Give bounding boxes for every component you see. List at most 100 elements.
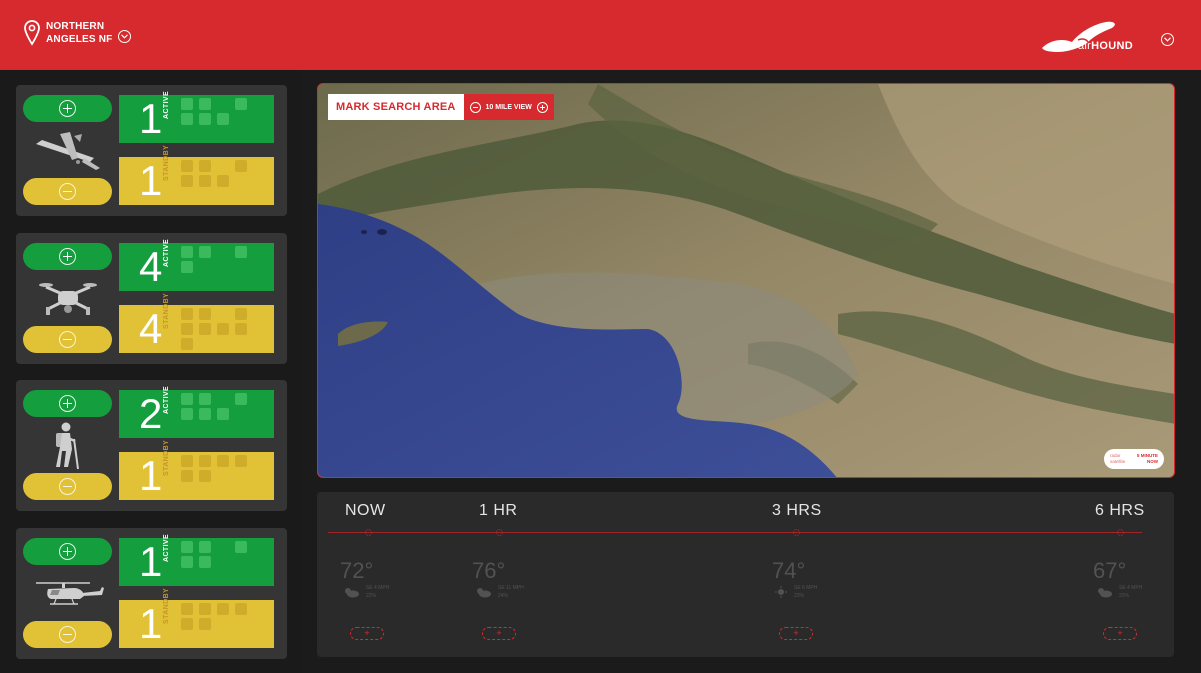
active-unit-icons xyxy=(181,393,251,420)
add-fixed-wing-button[interactable] xyxy=(23,95,112,122)
person-icon xyxy=(199,323,211,335)
person-icon xyxy=(181,603,193,615)
satellite-map-image xyxy=(318,84,1174,477)
person-icon xyxy=(199,113,211,125)
legend-row-satellite: satellite NOW xyxy=(1110,459,1158,464)
person-icon xyxy=(181,408,193,420)
add-forecast-marker-button[interactable]: + xyxy=(779,627,813,640)
standby-count: 1 xyxy=(139,600,163,647)
resource-card-fixed-wing: 1 ACTIVE 1 STANDBY xyxy=(16,85,287,216)
forecast-temperature: 67° xyxy=(1093,558,1127,583)
mark-search-area-button[interactable]: MARK SEARCH AREA xyxy=(328,94,464,120)
remove-fixed-wing-button[interactable] xyxy=(23,178,112,205)
add-forecast-marker-button[interactable]: + xyxy=(350,627,384,640)
person-icon xyxy=(235,455,247,467)
standby-count: 1 xyxy=(139,157,163,204)
medkit-icon xyxy=(181,393,193,405)
add-helicopter-button[interactable] xyxy=(23,538,112,565)
group-icon xyxy=(199,246,211,258)
forecast-details: SE 4 MPH 22% xyxy=(1119,585,1143,599)
remove-ground-team-button[interactable] xyxy=(23,473,112,500)
plus-icon xyxy=(59,248,76,265)
person-icon xyxy=(217,323,229,335)
satellite-map[interactable]: MARK SEARCH AREA 10 MILE VIEW radar 5 MIN… xyxy=(317,83,1175,478)
standby-label: STANDBY xyxy=(163,439,170,476)
minus-icon xyxy=(59,626,76,643)
medkit-icon xyxy=(181,308,193,320)
active-status-panel[interactable]: 2 ACTIVE xyxy=(119,386,274,438)
person-icon xyxy=(199,618,211,630)
active-count: 2 xyxy=(139,390,163,437)
forecast-time-label: 3 HRS xyxy=(772,502,822,519)
forecast-time-label: 6 HRS xyxy=(1095,502,1145,519)
active-status-panel[interactable]: 1 ACTIVE xyxy=(119,534,274,586)
active-status-panel[interactable]: 4 ACTIVE xyxy=(119,239,274,291)
resource-sidebar: 1 ACTIVE 1 STANDBY 4 ACTIVE 4 STANDBY 2 … xyxy=(0,70,302,673)
standby-label: STANDBY xyxy=(163,587,170,624)
medkit-icon xyxy=(199,308,211,320)
mark-search-area-toolbar: MARK SEARCH AREA 10 MILE VIEW xyxy=(328,94,554,120)
standby-unit-icons xyxy=(181,160,251,187)
add-quadcopter-button[interactable] xyxy=(23,243,112,270)
map-pin-icon xyxy=(24,20,40,46)
person-icon xyxy=(235,541,247,553)
standby-status-panel[interactable]: 1 STANDBY xyxy=(119,145,274,205)
person-icon xyxy=(217,455,229,467)
zoom-out-icon[interactable] xyxy=(469,101,481,113)
active-unit-icons xyxy=(181,246,251,273)
hiker-icon xyxy=(28,420,108,472)
resource-card-quadcopter: 4 ACTIVE 4 STANDBY xyxy=(16,233,287,364)
add-ground-team-button[interactable] xyxy=(23,390,112,417)
add-forecast-marker-button[interactable]: + xyxy=(1103,627,1137,640)
medkit-icon xyxy=(181,160,193,172)
person-icon xyxy=(181,556,193,568)
remove-helicopter-button[interactable] xyxy=(23,621,112,648)
timeline-tick-icon xyxy=(365,529,372,536)
resource-card-ground-team: 2 ACTIVE 1 STANDBY xyxy=(16,380,287,511)
active-label: ACTIVE xyxy=(163,385,170,414)
forecast-temperature: 72° xyxy=(340,558,374,583)
person-icon xyxy=(217,603,229,615)
forecast-details: SE 11 MPH 24% xyxy=(498,585,524,599)
add-forecast-marker-button[interactable]: + xyxy=(482,627,516,640)
forecast-temperature: 74° xyxy=(772,558,806,583)
timeline-tick-icon xyxy=(496,529,503,536)
standby-status-panel[interactable]: 1 STANDBY xyxy=(119,588,274,648)
account-chevron-down-icon[interactable] xyxy=(1161,33,1174,46)
timeline-tick-icon xyxy=(793,529,800,536)
partly-cloudy-icon xyxy=(345,588,359,598)
map-layer-legend[interactable]: radar 5 MINUTE satellite NOW xyxy=(1104,449,1164,469)
person-icon xyxy=(235,323,247,335)
forecast-timeline xyxy=(328,532,1142,533)
standby-status-panel[interactable]: 1 STANDBY xyxy=(119,440,274,500)
medkit-icon xyxy=(181,98,193,110)
person-icon xyxy=(181,455,193,467)
helicopter-icon xyxy=(28,568,108,620)
active-status-panel[interactable]: 1 ACTIVE xyxy=(119,91,274,143)
plus-icon xyxy=(59,543,76,560)
person-icon xyxy=(235,603,247,615)
active-unit-icons xyxy=(181,98,251,125)
quadcopter-drone-icon xyxy=(28,273,108,325)
remove-quadcopter-button[interactable] xyxy=(23,326,112,353)
location-name: NORTHERN ANGELES NF xyxy=(46,21,113,45)
plus-icon xyxy=(59,395,76,412)
person-icon xyxy=(235,393,247,405)
forecast-time-label: 1 HR xyxy=(479,502,518,519)
group-icon xyxy=(217,113,229,125)
partly-cloudy-icon xyxy=(477,588,491,598)
minus-icon xyxy=(59,183,76,200)
standby-label: STANDBY xyxy=(163,292,170,329)
person-icon xyxy=(181,618,193,630)
zoom-level-label: 10 MILE VIEW xyxy=(485,103,532,111)
zoom-in-icon[interactable] xyxy=(536,101,548,113)
person-icon xyxy=(199,175,211,187)
standby-label: STANDBY xyxy=(163,144,170,181)
standby-status-panel[interactable]: 4 STANDBY xyxy=(119,293,274,353)
location-chevron-down-icon[interactable] xyxy=(118,30,132,43)
active-count: 1 xyxy=(139,538,163,585)
timeline-tick-icon xyxy=(1117,529,1124,536)
person-icon xyxy=(181,323,193,335)
person-icon xyxy=(199,470,211,482)
location-selector[interactable]: NORTHERN ANGELES NF xyxy=(24,20,132,46)
